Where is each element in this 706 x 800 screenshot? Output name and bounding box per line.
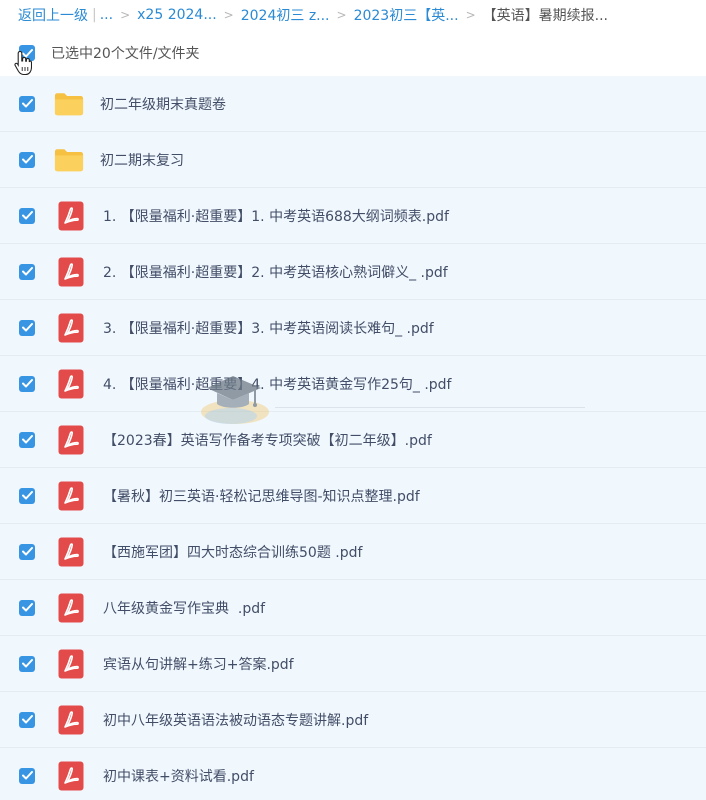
row-checkbox[interactable] [19,655,35,672]
pdf-icon-wrap [58,593,84,623]
breadcrumb-separator: > [120,8,131,22]
breadcrumb-item-2[interactable]: 2024初三 z... [241,5,330,25]
row-checkbox[interactable] [19,711,35,728]
pdf-icon-wrap [58,705,84,735]
pdf-icon-wrap [58,313,84,343]
pdf-file-icon [58,481,84,510]
file-manager: 返回上一级 | ... > x25 2024... > 2024初三 z... … [0,0,706,800]
file-name[interactable]: 八年级黄金写作宝典 .pdf [103,598,265,618]
row-checkbox[interactable] [19,319,35,336]
file-row[interactable]: 1. 【限量福利·超重要】1. 中考英语688大纲词频表.pdf [0,188,706,244]
check-icon [21,603,33,612]
check-icon [21,715,33,724]
file-name[interactable]: 初中课表+资料试看.pdf [103,766,254,786]
check-icon [21,435,33,444]
check-icon [21,211,33,220]
selection-bar: 已选中20个文件/文件夹 [0,30,706,76]
folder-icon [54,92,84,115]
file-name[interactable]: 初二期末复习 [100,150,184,170]
breadcrumb-separator: > [223,8,234,22]
row-checkbox[interactable] [19,207,35,224]
file-name[interactable]: 【暑秋】初三英语·轻松记思维导图-知识点整理.pdf [103,486,420,506]
back-link[interactable]: 返回上一级 [18,5,88,25]
pdf-file-icon [58,705,84,734]
row-checkbox[interactable] [19,487,35,504]
check-icon [21,659,33,668]
check-icon [21,771,33,780]
check-icon [21,99,33,108]
breadcrumb-ellipsis[interactable]: ... [100,7,113,23]
check-icon [21,323,33,332]
file-name[interactable]: 1. 【限量福利·超重要】1. 中考英语688大纲词频表.pdf [103,206,449,226]
file-name[interactable]: 【西施军团】四大时态综合训练50题 .pdf [103,542,362,562]
file-row[interactable]: 初中八年级英语语法被动语态专题讲解.pdf [0,692,706,748]
pdf-file-icon [58,537,84,566]
pdf-file-icon [58,761,84,790]
file-name[interactable]: 初中八年级英语语法被动语态专题讲解.pdf [103,710,368,730]
file-row[interactable]: 初中课表+资料试看.pdf [0,748,706,800]
hand-cursor-icon [14,50,32,76]
breadcrumb: 返回上一级 | ... > x25 2024... > 2024初三 z... … [0,0,706,30]
row-checkbox[interactable] [19,599,35,616]
file-row[interactable]: 【2023春】英语写作备考专项突破【初二年级】.pdf [0,412,706,468]
breadcrumb-separator: > [465,8,476,22]
file-name[interactable]: 4. 【限量福利·超重要】4. 中考英语黄金写作25句_ .pdf [103,374,451,394]
breadcrumb-separator: > [336,8,347,22]
file-name[interactable]: 【2023春】英语写作备考专项突破【初二年级】.pdf [103,430,432,450]
file-row[interactable]: 3. 【限量福利·超重要】3. 中考英语阅读长难句_ .pdf [0,300,706,356]
file-row[interactable]: 宾语从句讲解+练习+答案.pdf [0,636,706,692]
pdf-file-icon [58,201,84,230]
pdf-icon-wrap [58,761,84,791]
file-list: 初二年级期末真题卷 初二期末复习 1. 【限量福利·超重要】1. 中考英语688大纲… [0,76,706,800]
row-checkbox[interactable] [19,263,35,280]
file-name[interactable]: 宾语从句讲解+练习+答案.pdf [103,654,294,674]
file-row[interactable]: 2. 【限量福利·超重要】2. 中考英语核心熟词僻义_ .pdf [0,244,706,300]
breadcrumb-item-3[interactable]: 2023初三【英... [354,5,459,25]
folder-row[interactable]: 初二期末复习 [0,132,706,188]
file-row[interactable]: 八年级黄金写作宝典 .pdf [0,580,706,636]
file-name[interactable]: 3. 【限量福利·超重要】3. 中考英语阅读长难句_ .pdf [103,318,434,338]
pdf-file-icon [58,593,84,622]
file-row[interactable]: 【暑秋】初三英语·轻松记思维导图-知识点整理.pdf [0,468,706,524]
file-name[interactable]: 初二年级期末真题卷 [100,94,226,114]
pdf-file-icon [58,257,84,286]
file-row[interactable]: 【西施军团】四大时态综合训练50题 .pdf [0,524,706,580]
pdf-icon-wrap [58,369,84,399]
row-checkbox[interactable] [19,375,35,392]
row-checkbox[interactable] [19,543,35,560]
pdf-icon-wrap [58,537,84,567]
pdf-icon-wrap [58,201,84,231]
pdf-icon-wrap [58,649,84,679]
folder-icon-wrap [54,89,84,119]
folder-icon [54,148,84,171]
pdf-file-icon [58,313,84,342]
check-icon [21,379,33,388]
pdf-file-icon [58,649,84,678]
folder-icon-wrap [54,145,84,175]
check-icon [21,547,33,556]
check-icon [21,491,33,500]
folder-row[interactable]: 初二年级期末真题卷 [0,76,706,132]
breadcrumb-pipe: | [92,7,97,23]
row-checkbox[interactable] [19,151,35,168]
check-icon [21,267,33,276]
pdf-icon-wrap [58,257,84,287]
row-checkbox[interactable] [19,767,35,784]
check-icon [21,155,33,164]
file-name[interactable]: 2. 【限量福利·超重要】2. 中考英语核心熟词僻义_ .pdf [103,262,448,282]
row-checkbox[interactable] [19,95,35,112]
pdf-icon-wrap [58,425,84,455]
pdf-file-icon [58,369,84,398]
selection-count: 已选中20个文件/文件夹 [51,46,200,62]
row-checkbox[interactable] [19,431,35,448]
breadcrumb-item-1[interactable]: x25 2024... [137,7,217,23]
file-row[interactable]: 4. 【限量福利·超重要】4. 中考英语黄金写作25句_ .pdf [0,356,706,412]
pdf-icon-wrap [58,481,84,511]
breadcrumb-current: 【英语】暑期续报... [482,8,608,24]
pdf-file-icon [58,425,84,454]
